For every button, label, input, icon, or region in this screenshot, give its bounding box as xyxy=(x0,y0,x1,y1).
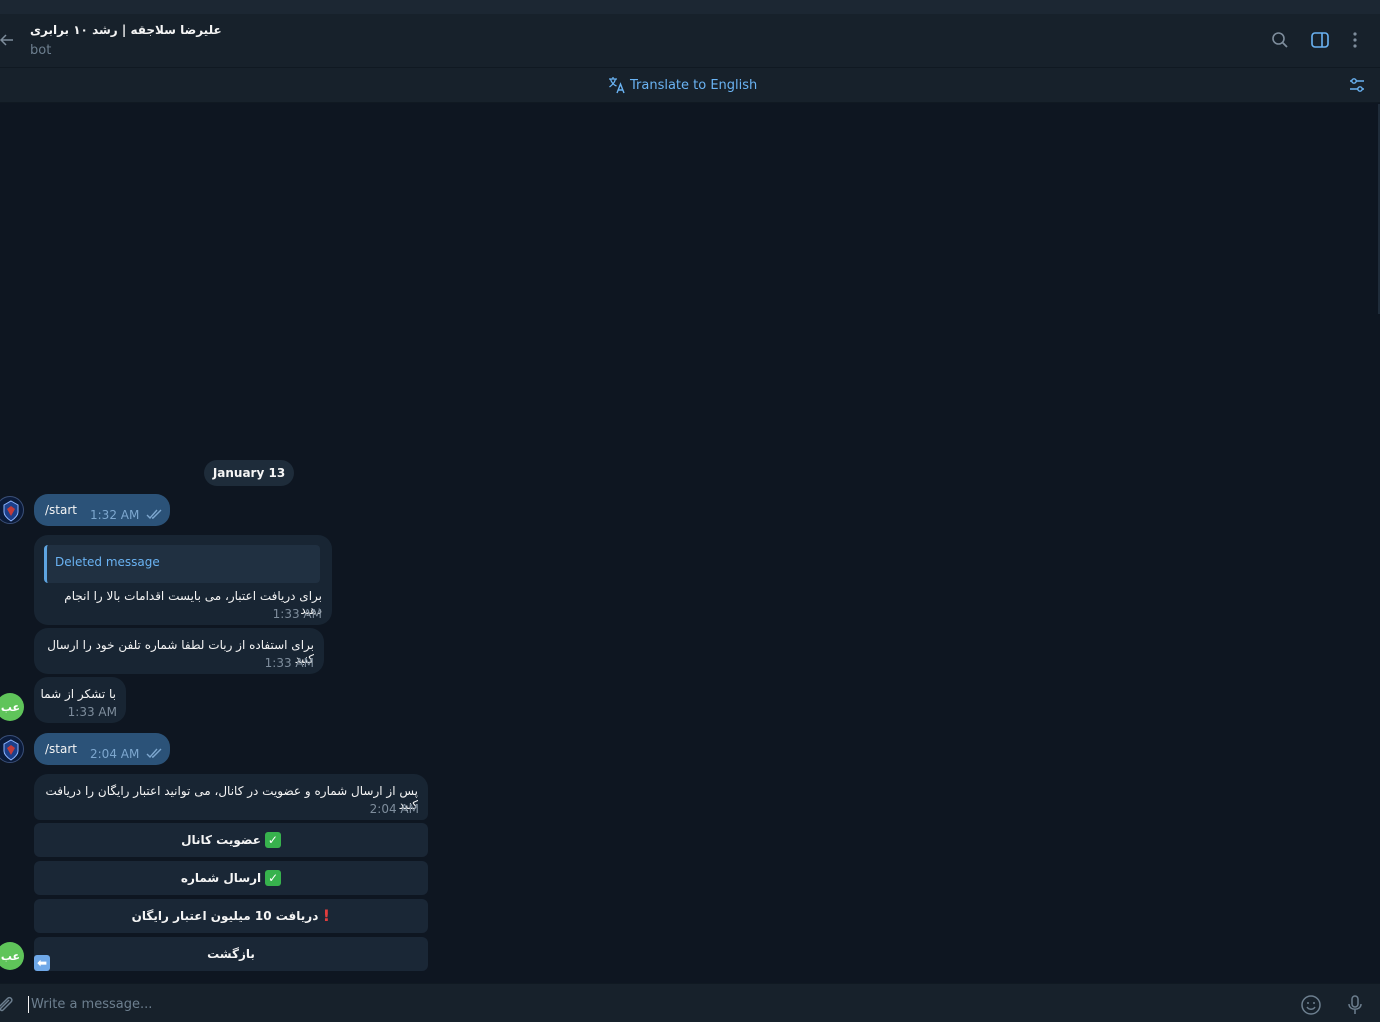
message-text: /start xyxy=(45,742,77,756)
message-time: 2:04 AM xyxy=(90,747,140,761)
inline-button-free-credit[interactable]: ! دریافت 10 میلیون اعتبار رایگان xyxy=(34,899,428,933)
message-bubble-incoming[interactable]: Deleted message برای دریافت اعتبار، می ب… xyxy=(34,535,332,625)
back-arrow-icon[interactable] xyxy=(0,32,16,48)
bot-avatar[interactable] xyxy=(0,496,24,524)
message-input[interactable]: Write a message... xyxy=(28,996,152,1013)
inline-button-label: ارسال شماره xyxy=(180,871,262,885)
message-text: پس از ارسال شماره و عضویت در کانال، می ت… xyxy=(45,784,418,812)
emoji-icon[interactable] xyxy=(1300,994,1322,1016)
message-text: با تشکر از شما xyxy=(40,687,116,701)
sidebar-toggle-icon[interactable] xyxy=(1310,30,1330,50)
date-separator: January 13 xyxy=(204,460,294,486)
message-time: 1:32 AM xyxy=(90,508,140,522)
translate-bar: Translate to English xyxy=(0,68,1380,103)
bot-avatar[interactable] xyxy=(0,735,24,763)
search-icon[interactable] xyxy=(1270,30,1290,50)
message-text: /start xyxy=(45,503,77,517)
read-receipt-icon xyxy=(146,509,162,519)
bot-logo-icon xyxy=(3,739,19,761)
inline-button-label: عضویت کانال xyxy=(181,833,261,847)
message-bubble-outgoing[interactable]: /start 2:04 AM xyxy=(34,733,170,765)
microphone-icon[interactable] xyxy=(1344,994,1366,1016)
check-mark-icon: ✓ xyxy=(264,832,281,848)
inline-button-back[interactable]: ⬅ بازگشت xyxy=(34,937,428,971)
message-time: 1:33 AM xyxy=(272,607,322,621)
read-receipt-icon xyxy=(146,748,162,758)
message-bubble-incoming[interactable]: پس از ارسال شماره و عضویت در کانال، می ت… xyxy=(34,774,428,820)
chat-subtitle: bot xyxy=(30,43,52,58)
translate-settings-icon[interactable] xyxy=(1348,76,1366,94)
inline-button-label: بازگشت xyxy=(207,947,255,961)
translate-label: Translate to English xyxy=(630,77,758,93)
reply-quote[interactable]: Deleted message xyxy=(44,545,320,583)
user-avatar[interactable]: عب xyxy=(0,693,24,721)
message-time: 2:04 AM xyxy=(369,802,419,816)
user-avatar[interactable]: عب xyxy=(0,942,24,970)
quote-text: Deleted message xyxy=(55,555,160,569)
inline-button-join-channel[interactable]: ✓ عضویت کانال xyxy=(34,823,428,857)
message-time: 1:33 AM xyxy=(67,705,117,719)
translate-icon xyxy=(609,77,625,94)
attach-icon[interactable] xyxy=(0,994,16,1016)
message-bubble-outgoing[interactable]: /start 1:32 AM xyxy=(34,494,170,526)
message-bubble-incoming[interactable]: با تشکر از شما 1:33 AM xyxy=(34,677,126,723)
exclamation-icon: ! xyxy=(322,906,331,925)
inline-button-send-number[interactable]: ✓ ارسال شماره xyxy=(34,861,428,895)
message-bubble-incoming[interactable]: برای استفاده از ربات لطفا شماره تلفن خود… xyxy=(34,628,324,674)
chat-title[interactable]: علیرضا سلاجقه | رشد ۱۰ برابری xyxy=(30,23,222,37)
message-time: 1:33 AM xyxy=(264,656,314,670)
back-arrow-icon: ⬅ xyxy=(34,955,50,971)
check-mark-icon: ✓ xyxy=(265,870,282,886)
translate-button[interactable]: Translate to English xyxy=(608,76,757,94)
more-options-icon[interactable] xyxy=(1345,30,1365,50)
bot-logo-icon xyxy=(3,500,19,522)
message-composer: Write a message... xyxy=(0,983,1380,1022)
chat-header: علیرضا سلاجقه | رشد ۱۰ برابری bot xyxy=(0,14,1380,68)
inline-button-label: دریافت 10 میلیون اعتبار رایگان xyxy=(131,909,319,923)
window-top-strip xyxy=(0,0,1380,15)
